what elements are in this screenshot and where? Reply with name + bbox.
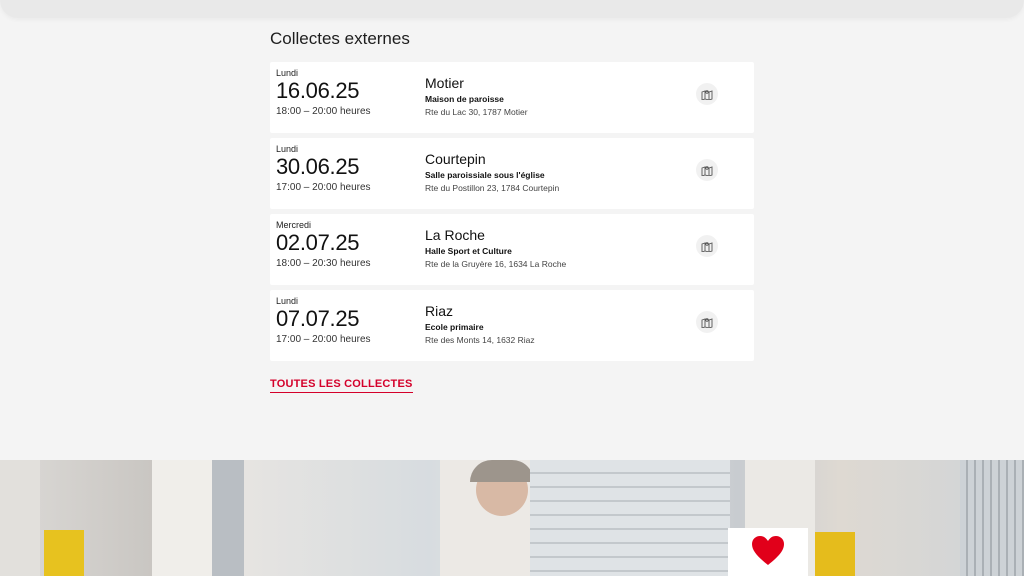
collection-day: Lundi (276, 144, 299, 154)
header-band (0, 0, 1024, 18)
map-icon[interactable] (696, 235, 718, 257)
heart-icon (752, 536, 784, 565)
photo-blinds (530, 460, 730, 576)
collection-address: Rte du Lac 30, 1787 Motier (425, 107, 528, 117)
collection-address: Rte du Postillon 23, 1784 Courtepin (425, 183, 560, 193)
collection-date: 02.07.25 (276, 230, 360, 255)
collection-place: La Roche (425, 227, 485, 243)
collection-card[interactable]: Lundi 30.06.25 17:00 – 20:00 heures Cour… (270, 138, 754, 209)
collection-date: 07.07.25 (276, 306, 360, 331)
collection-day: Lundi (276, 296, 299, 306)
hero-photo (0, 460, 1024, 576)
collection-address: Rte de la Gruyère 16, 1634 La Roche (425, 259, 567, 269)
collection-day: Mercredi (276, 220, 312, 230)
collection-date: 16.06.25 (276, 78, 360, 103)
photo-wall (0, 460, 40, 576)
collection-card[interactable]: Mercredi 02.07.25 18:00 – 20:30 heures L… (270, 214, 754, 285)
collection-time: 18:00 – 20:30 heures (276, 258, 371, 269)
collection-venue: Ecole primaire (425, 322, 484, 332)
collection-time: 18:00 – 20:00 heures (276, 106, 371, 117)
external-collections-section: Collectes externes Lundi 16.06.25 18:00 … (270, 28, 754, 366)
map-icon[interactable] (696, 311, 718, 333)
photo-hair (470, 460, 534, 482)
collection-address: Rte des Monts 14, 1632 Riaz (425, 335, 535, 345)
collection-place: Motier (425, 75, 464, 91)
collection-time: 17:00 – 20:00 heures (276, 182, 371, 193)
collection-card[interactable]: Lundi 07.07.25 17:00 – 20:00 heures Riaz… (270, 290, 754, 361)
all-collections-link[interactable]: TOUTES LES COLLECTES (270, 378, 413, 393)
collection-time: 17:00 – 20:00 heures (276, 334, 371, 345)
map-icon[interactable] (696, 159, 718, 181)
collection-venue: Maison de paroisse (425, 94, 504, 104)
photo-bin (44, 530, 84, 576)
collection-day: Lundi (276, 68, 299, 78)
collection-list: Lundi 16.06.25 18:00 – 20:00 heures Moti… (270, 62, 754, 361)
photo-bin-right (815, 532, 855, 576)
collection-card[interactable]: Lundi 16.06.25 18:00 – 20:00 heures Moti… (270, 62, 754, 133)
section-title: Collectes externes (270, 29, 410, 48)
collection-venue: Halle Sport et Culture (425, 246, 512, 256)
heart-badge (728, 528, 808, 576)
photo-frame (212, 460, 244, 576)
collection-venue: Salle paroissiale sous l'église (425, 170, 545, 180)
collection-date: 30.06.25 (276, 154, 360, 179)
collection-place: Riaz (425, 303, 454, 319)
map-icon[interactable] (696, 83, 718, 105)
photo-window (152, 460, 212, 576)
photo-radiator (960, 460, 1024, 576)
collection-place: Courtepin (425, 151, 486, 167)
